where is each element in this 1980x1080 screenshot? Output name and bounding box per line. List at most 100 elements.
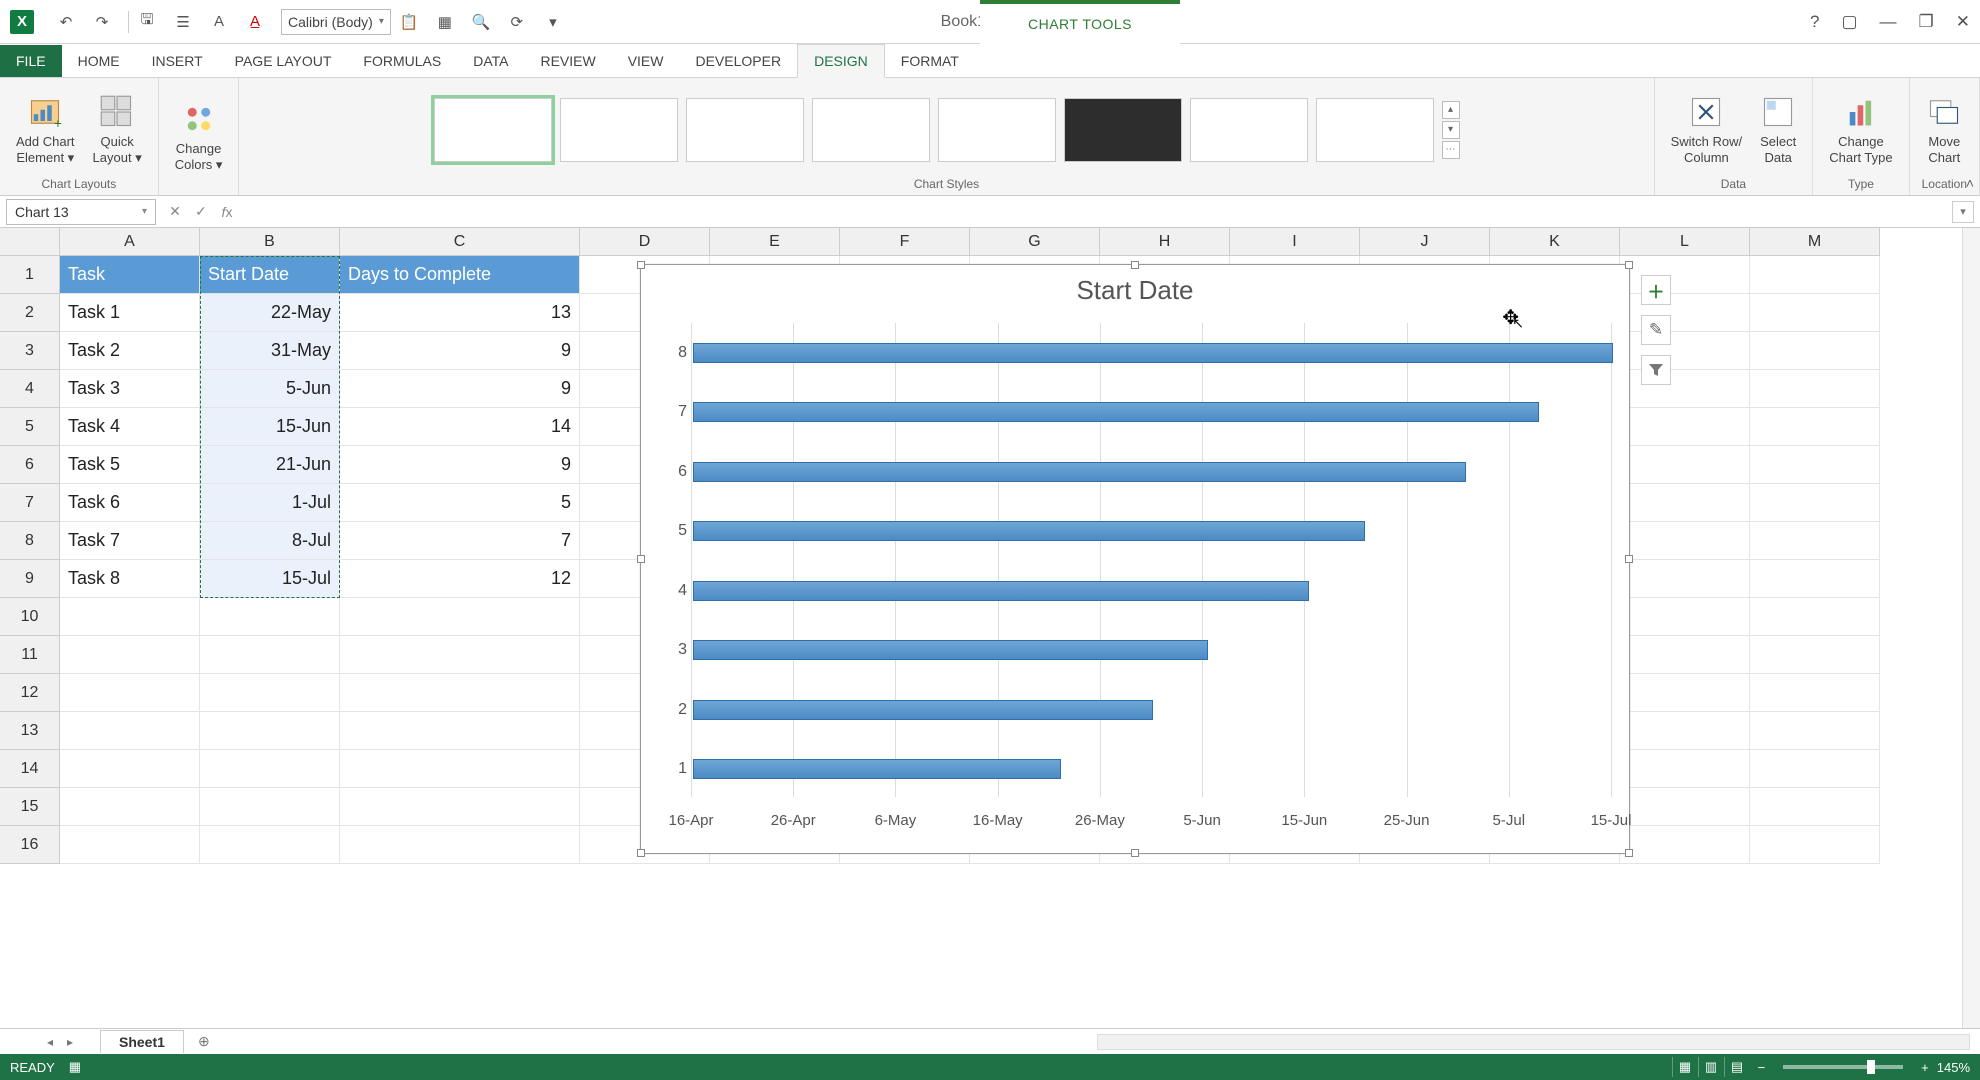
- cell-M9[interactable]: [1750, 560, 1880, 598]
- cell-B1[interactable]: Start Date: [200, 256, 340, 294]
- tab-format[interactable]: FORMAT: [885, 45, 975, 77]
- refresh-icon[interactable]: ⟳: [503, 8, 531, 36]
- touch-mode-icon[interactable]: ☰: [169, 8, 197, 36]
- cell-M5[interactable]: [1750, 408, 1880, 446]
- cell-A16[interactable]: [60, 826, 200, 864]
- cell-A8[interactable]: Task 7: [60, 522, 200, 560]
- ribbon-display-icon[interactable]: ▢: [1841, 12, 1857, 32]
- column-header-H[interactable]: H: [1100, 228, 1230, 256]
- cell-M1[interactable]: [1750, 256, 1880, 294]
- cell-L15[interactable]: [1620, 788, 1750, 826]
- chart-bar[interactable]: [693, 581, 1309, 601]
- sheet-nav-next[interactable]: ▸: [60, 1035, 80, 1049]
- chart-bar[interactable]: [693, 759, 1061, 779]
- cell-M12[interactable]: [1750, 674, 1880, 712]
- maximize-icon[interactable]: ❐: [1919, 12, 1934, 32]
- row-header-10[interactable]: 10: [0, 598, 60, 636]
- cell-B8[interactable]: 8-Jul: [200, 522, 340, 560]
- collapse-ribbon-icon[interactable]: ˄: [1966, 175, 1974, 191]
- tab-design[interactable]: DESIGN: [797, 44, 885, 78]
- cell-B2[interactable]: 22-May: [200, 294, 340, 332]
- row-header-5[interactable]: 5: [0, 408, 60, 446]
- undo-button[interactable]: ↶: [52, 8, 80, 36]
- zoom-slider[interactable]: [1783, 1065, 1903, 1069]
- column-header-K[interactable]: K: [1490, 228, 1620, 256]
- cell-C15[interactable]: [340, 788, 580, 826]
- cell-B9[interactable]: 15-Jul: [200, 560, 340, 598]
- chart-style-3[interactable]: [686, 98, 804, 162]
- close-icon[interactable]: ✕: [1956, 12, 1970, 32]
- chart-elements-button[interactable]: ＋: [1641, 275, 1671, 305]
- cell-B11[interactable]: [200, 636, 340, 674]
- cell-M15[interactable]: [1750, 788, 1880, 826]
- help-icon[interactable]: ?: [1810, 12, 1819, 32]
- switch-row-column-button[interactable]: Switch Row/ Column: [1667, 90, 1747, 169]
- font-name-box[interactable]: Calibri (Body) ▾: [281, 9, 391, 35]
- cell-A4[interactable]: Task 3: [60, 370, 200, 408]
- column-header-J[interactable]: J: [1360, 228, 1490, 256]
- vertical-scrollbar[interactable]: [1962, 228, 1980, 1028]
- cell-B3[interactable]: 31-May: [200, 332, 340, 370]
- cell-C10[interactable]: [340, 598, 580, 636]
- view-normal-icon[interactable]: ▦: [1672, 1057, 1698, 1077]
- cell-L10[interactable]: [1620, 598, 1750, 636]
- row-header-6[interactable]: 6: [0, 446, 60, 484]
- cell-M2[interactable]: [1750, 294, 1880, 332]
- cell-C11[interactable]: [340, 636, 580, 674]
- formula-input[interactable]: [240, 199, 1952, 225]
- font-size-up-icon[interactable]: A: [205, 8, 233, 36]
- zoom-level[interactable]: 145%: [1937, 1060, 1970, 1075]
- row-header-11[interactable]: 11: [0, 636, 60, 674]
- cell-L2[interactable]: [1620, 294, 1750, 332]
- row-header-12[interactable]: 12: [0, 674, 60, 712]
- cell-L11[interactable]: [1620, 636, 1750, 674]
- sheet-tab-sheet1[interactable]: Sheet1: [100, 1030, 184, 1053]
- cell-M13[interactable]: [1750, 712, 1880, 750]
- cell-B12[interactable]: [200, 674, 340, 712]
- add-chart-element-button[interactable]: + Add Chart Element ▾: [12, 90, 79, 169]
- new-sheet-button[interactable]: ⊕: [192, 1032, 216, 1052]
- move-chart-button[interactable]: Move Chart: [1922, 90, 1966, 169]
- expand-formula-bar-icon[interactable]: ▾: [1952, 201, 1974, 223]
- view-page-layout-icon[interactable]: ▥: [1698, 1057, 1724, 1077]
- font-color-icon[interactable]: A̲: [241, 8, 269, 36]
- cell-C6[interactable]: 9: [340, 446, 580, 484]
- cell-A7[interactable]: Task 6: [60, 484, 200, 522]
- cell-A11[interactable]: [60, 636, 200, 674]
- sheet-nav-prev[interactable]: ◂: [40, 1035, 60, 1049]
- column-header-B[interactable]: B: [200, 228, 340, 256]
- chart-styles-button[interactable]: ✎: [1641, 315, 1671, 345]
- chart-style-2[interactable]: [560, 98, 678, 162]
- chart-bar[interactable]: [693, 343, 1613, 363]
- cell-L7[interactable]: [1620, 484, 1750, 522]
- clipboard-icon[interactable]: 📋: [395, 8, 423, 36]
- select-all-corner[interactable]: [0, 228, 60, 256]
- enter-formula-icon[interactable]: ✓: [188, 199, 214, 225]
- chart-style-1[interactable]: [434, 98, 552, 162]
- tab-page-layout[interactable]: PAGE LAYOUT: [219, 45, 348, 77]
- cell-A14[interactable]: [60, 750, 200, 788]
- view-page-break-icon[interactable]: ▤: [1724, 1057, 1750, 1077]
- cell-B14[interactable]: [200, 750, 340, 788]
- cell-C4[interactable]: 9: [340, 370, 580, 408]
- gallery-expand[interactable]: ⋯: [1442, 141, 1460, 159]
- cell-A5[interactable]: Task 4: [60, 408, 200, 446]
- cell-C13[interactable]: [340, 712, 580, 750]
- cell-A1[interactable]: Task: [60, 256, 200, 294]
- change-colors-button[interactable]: Change Colors ▾: [171, 97, 227, 176]
- cell-L9[interactable]: [1620, 560, 1750, 598]
- quick-layout-button[interactable]: Quick Layout ▾: [89, 90, 146, 169]
- row-header-14[interactable]: 14: [0, 750, 60, 788]
- cell-M10[interactable]: [1750, 598, 1880, 636]
- cell-L1[interactable]: [1620, 256, 1750, 294]
- tab-insert[interactable]: INSERT: [136, 45, 219, 77]
- cell-A9[interactable]: Task 8: [60, 560, 200, 598]
- zoom-out-button[interactable]: −: [1758, 1060, 1766, 1075]
- chart-bar[interactable]: [693, 521, 1365, 541]
- chart-plot-area[interactable]: 16-Apr26-Apr6-May16-May26-May5-Jun15-Jun…: [691, 323, 1609, 797]
- row-header-8[interactable]: 8: [0, 522, 60, 560]
- column-header-D[interactable]: D: [580, 228, 710, 256]
- table-icon[interactable]: ▦: [431, 8, 459, 36]
- zoom-icon[interactable]: 🔍: [467, 8, 495, 36]
- horizontal-scrollbar[interactable]: [1097, 1034, 1970, 1050]
